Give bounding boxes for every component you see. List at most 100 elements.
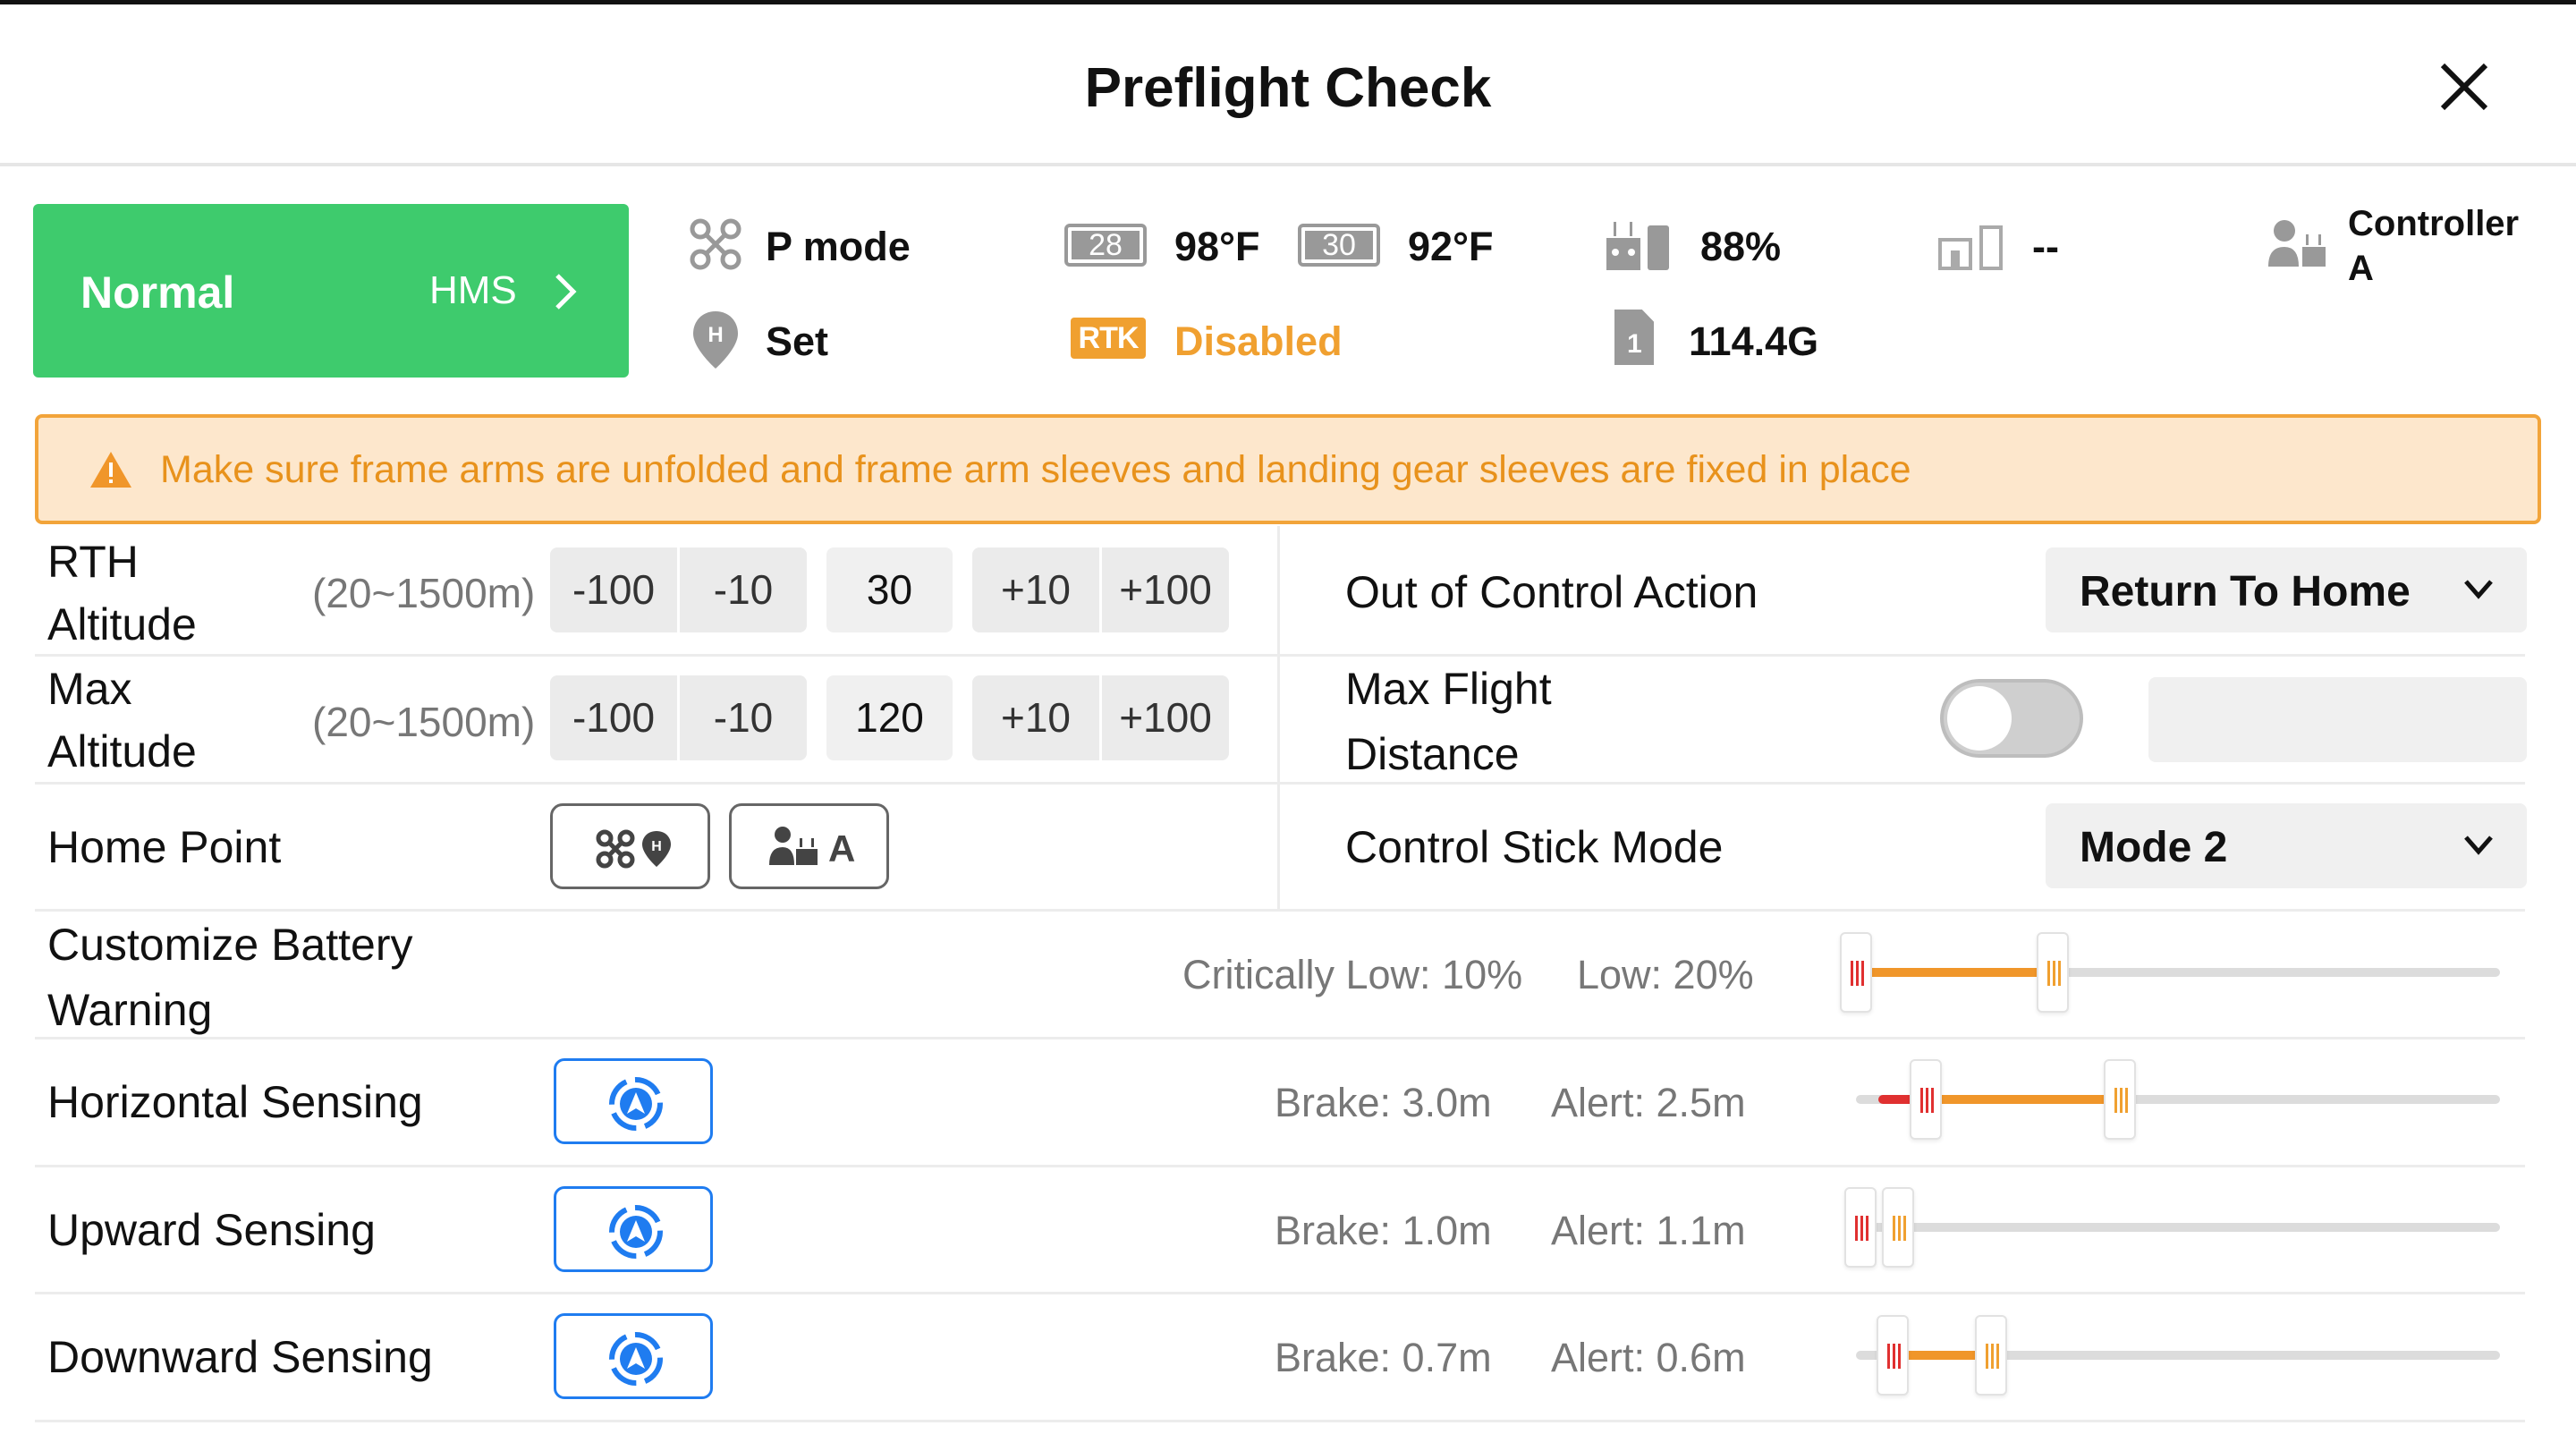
max-altitude-value[interactable]: 120 xyxy=(826,675,953,760)
rth-altitude-value[interactable]: 30 xyxy=(826,547,953,632)
control-stick-label: Control Stick Mode xyxy=(1345,822,1724,872)
divider xyxy=(35,909,2525,912)
low-handle[interactable] xyxy=(2037,932,2069,1013)
divider xyxy=(35,1037,2525,1039)
second-controller-battery-icon xyxy=(1938,225,2003,270)
svg-text:H: H xyxy=(651,839,662,854)
upward-sensing-button[interactable] xyxy=(554,1186,713,1272)
divider xyxy=(35,782,2525,785)
horizontal-sensing-slider[interactable] xyxy=(1856,1059,2500,1140)
aircraft-icon xyxy=(690,218,741,270)
chevron-down-icon xyxy=(2464,580,2493,599)
slider-fill xyxy=(1856,968,2053,977)
max-minus-10-button[interactable]: -10 xyxy=(680,675,807,760)
home-point-label: Home Point xyxy=(47,822,282,872)
brake-handle[interactable] xyxy=(1877,1315,1909,1396)
out-of-control-value: Return To Home xyxy=(2080,568,2411,615)
out-of-control-dropdown[interactable]: Return To Home xyxy=(2046,547,2527,632)
battery-warning-slider[interactable] xyxy=(1840,932,2500,1013)
max-distance-toggle[interactable] xyxy=(1940,679,2083,758)
controller-user-icon xyxy=(2268,220,2326,267)
rtk-status: Disabled xyxy=(1174,318,1343,364)
alert-handle[interactable] xyxy=(1882,1187,1914,1268)
set-home-controller-button[interactable]: A xyxy=(729,803,889,889)
controller-user-icon xyxy=(769,827,818,865)
rth-plus-10-button[interactable]: +10 xyxy=(972,547,1099,632)
sd-card-number: 1 xyxy=(1627,329,1642,359)
toggle-knob xyxy=(1947,686,2012,751)
controller-label-line1: Controller xyxy=(2348,204,2520,243)
flight-mode: P mode xyxy=(766,224,911,269)
battery-1-icon: 28 xyxy=(1064,224,1147,267)
control-stick-dropdown[interactable]: Mode 2 xyxy=(2046,803,2527,888)
set-home-aircraft-button[interactable]: H xyxy=(550,803,710,889)
brake-handle[interactable] xyxy=(1844,1187,1877,1268)
out-of-control-label: Out of Control Action xyxy=(1345,567,1758,617)
max-minus-100-button[interactable]: -100 xyxy=(550,675,677,760)
horizontal-sensing-button[interactable] xyxy=(554,1058,713,1144)
rtk-badge: RTK xyxy=(1071,318,1146,359)
horizontal-brake: Brake: 3.0m xyxy=(1275,1080,1492,1125)
rth-altitude-range: (20~1500m) xyxy=(312,570,536,616)
downward-sensing-button[interactable] xyxy=(554,1313,713,1399)
max-plus-10-button[interactable]: +10 xyxy=(972,675,1099,760)
battery-2-icon: 30 xyxy=(1298,224,1380,267)
obstacle-avoidance-icon xyxy=(609,1077,663,1131)
alert-handle[interactable] xyxy=(1975,1315,2007,1396)
rth-altitude-label-line2: Altitude xyxy=(47,599,197,649)
controller-letter: A xyxy=(828,827,856,870)
rth-altitude-label-line1: RTH xyxy=(47,537,139,587)
brake-handle[interactable] xyxy=(1910,1059,1942,1140)
hms-label: HMS xyxy=(429,268,517,312)
upward-brake: Brake: 1.0m xyxy=(1275,1208,1492,1253)
battery-warning-label-line2: Warning xyxy=(47,985,213,1035)
battery-1-number: 28 xyxy=(1072,230,1140,260)
chevron-down-icon xyxy=(2464,836,2493,855)
divider xyxy=(35,1292,2525,1294)
upward-alert: Alert: 1.1m xyxy=(1551,1208,1746,1253)
low-value: Low: 20% xyxy=(1577,952,1754,997)
divider xyxy=(35,1420,2525,1422)
controller-label-line2: A xyxy=(2348,249,2374,288)
warning-icon xyxy=(90,452,131,488)
sd-card-icon: 1 xyxy=(1614,310,1654,365)
second-rc-battery: -- xyxy=(2032,224,2059,269)
max-altitude-range: (20~1500m) xyxy=(312,699,536,745)
rc-battery-level: 88% xyxy=(1700,224,1782,269)
header: Preflight Check xyxy=(0,4,2576,166)
status-state: Normal xyxy=(80,267,235,318)
battery-warning-label-line1: Customize Battery xyxy=(47,920,413,970)
max-plus-100-button[interactable]: +100 xyxy=(1102,675,1229,760)
max-distance-input[interactable] xyxy=(2148,677,2527,762)
close-icon[interactable] xyxy=(2437,60,2491,114)
warning-banner: Make sure frame arms are unfolded and fr… xyxy=(35,414,2541,524)
divider xyxy=(35,654,2525,657)
max-distance-label-line2: Distance xyxy=(1345,729,1520,779)
alert-handle[interactable] xyxy=(2104,1059,2136,1140)
sd-card-capacity: 114.4G xyxy=(1689,318,1819,364)
max-altitude-label-line1: Max xyxy=(47,664,132,714)
hms-status-button[interactable]: Normal HMS xyxy=(33,204,629,378)
critical-low-value: Critically Low: 10% xyxy=(1182,952,1523,997)
remote-controller-battery-icon xyxy=(1606,222,1669,270)
rth-minus-100-button[interactable]: -100 xyxy=(550,547,677,632)
control-stick-value: Mode 2 xyxy=(2080,824,2228,871)
downward-sensing-slider[interactable] xyxy=(1856,1315,2500,1396)
rth-plus-100-button[interactable]: +100 xyxy=(1102,547,1229,632)
battery-2-number: 30 xyxy=(1305,230,1373,260)
rth-minus-10-button[interactable]: -10 xyxy=(680,547,807,632)
home-point-status: Set xyxy=(766,318,829,364)
battery-1-temp: 98°F xyxy=(1174,224,1260,269)
chevron-right-icon xyxy=(555,274,577,310)
obstacle-avoidance-icon xyxy=(609,1332,663,1386)
home-point-icon: H xyxy=(693,311,738,369)
warning-text: Make sure frame arms are unfolded and fr… xyxy=(160,448,1911,491)
upward-sensing-label: Upward Sensing xyxy=(47,1205,376,1255)
slider-fill xyxy=(1926,1095,2120,1104)
max-altitude-label-line2: Altitude xyxy=(47,726,197,776)
downward-sensing-label: Downward Sensing xyxy=(47,1332,433,1382)
battery-2-temp: 92°F xyxy=(1408,224,1494,269)
horizontal-alert: Alert: 2.5m xyxy=(1551,1080,1746,1125)
upward-sensing-slider[interactable] xyxy=(1844,1187,2500,1268)
critical-low-handle[interactable] xyxy=(1840,932,1872,1013)
